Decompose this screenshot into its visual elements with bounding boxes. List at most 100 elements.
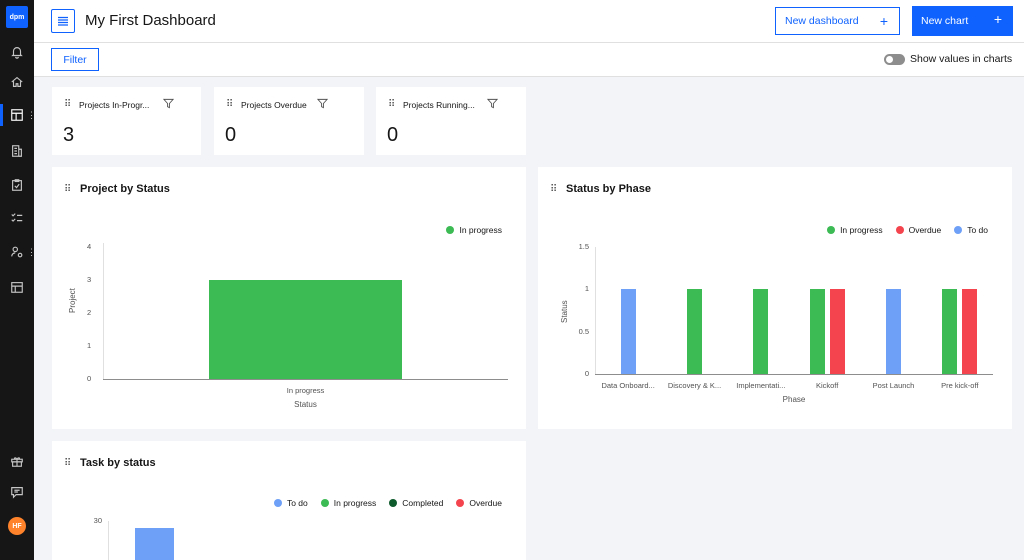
gift-icon[interactable] bbox=[9, 453, 25, 469]
checklist-icon[interactable] bbox=[9, 210, 25, 226]
avatar[interactable]: HF bbox=[8, 517, 26, 535]
bar bbox=[809, 289, 825, 374]
clipboard-icon[interactable] bbox=[9, 177, 25, 193]
bar bbox=[886, 289, 901, 374]
calendar-icon[interactable] bbox=[9, 279, 25, 295]
chart-legend: In progress bbox=[433, 225, 502, 235]
bar bbox=[829, 289, 845, 374]
drag-handle-icon[interactable]: ⠿ bbox=[388, 99, 395, 110]
y-tick-label: 1 bbox=[584, 284, 589, 294]
kpi-value: 0 bbox=[225, 124, 237, 146]
drag-handle-icon[interactable]: ⠿ bbox=[226, 99, 233, 110]
bar bbox=[620, 289, 636, 374]
legend-item-to-do[interactable]: To do bbox=[954, 225, 988, 235]
legend-item-overdue[interactable]: Overdue bbox=[895, 225, 942, 235]
y-tick-label: 0.5 bbox=[578, 326, 589, 336]
y-tick-label: 4 bbox=[87, 242, 92, 251]
legend-label: In progress bbox=[333, 498, 377, 508]
legend-item-to-do[interactable]: To do bbox=[273, 498, 308, 508]
x-tick-label: Pre kick-off bbox=[941, 381, 979, 390]
show-values-toggle[interactable] bbox=[884, 54, 905, 65]
x-tick-label: Data Onboard... bbox=[601, 381, 655, 390]
legend-dot bbox=[446, 226, 455, 234]
legend-dot bbox=[320, 499, 329, 507]
y-tick-label: 2 bbox=[87, 308, 92, 317]
y-tick-label: 3 bbox=[87, 275, 92, 284]
bar bbox=[753, 289, 769, 374]
legend-label: Overdue bbox=[908, 225, 942, 235]
x-tick-label: Implementati... bbox=[736, 381, 786, 390]
kpi-title: Projects Overdue bbox=[241, 100, 307, 110]
y-tick-label: 1 bbox=[87, 341, 92, 350]
chart-card-project-by-status[interactable]: ⠿ Project by Status In progress 0 1 2 3 4 Pro… bbox=[52, 167, 526, 429]
app-logo[interactable]: dpm bbox=[6, 6, 28, 28]
kpi-value: 3 bbox=[63, 124, 75, 146]
legend-dot bbox=[273, 499, 282, 507]
filter-button[interactable]: Filter bbox=[51, 48, 99, 71]
page-title: My First Dashboard bbox=[85, 12, 216, 29]
y-tick-label: 0 bbox=[87, 374, 92, 383]
legend-item-in-progress[interactable]: In progress bbox=[320, 498, 377, 508]
filter-icon[interactable] bbox=[163, 98, 174, 109]
y-axis-line bbox=[108, 521, 109, 560]
bar bbox=[209, 280, 402, 379]
y-axis-line bbox=[103, 243, 104, 379]
x-tick-label: Post Launch bbox=[872, 381, 915, 390]
x-axis-line bbox=[103, 379, 508, 380]
legend-item-in-progress[interactable]: In progress bbox=[446, 225, 502, 235]
kpi-card[interactable]: ⠿ Projects Running... 0 bbox=[376, 87, 526, 155]
x-tick-label: Discovery & K... bbox=[667, 381, 722, 390]
y-axis-title: Status bbox=[560, 299, 569, 323]
chart-card-status-by-phase[interactable]: ⠿ Status by Phase In progress Overdue To… bbox=[538, 167, 1012, 429]
dashboard-icon[interactable] bbox=[9, 107, 25, 123]
new-chart-label: New chart bbox=[921, 15, 969, 27]
kpi-card[interactable]: ⠿ Projects In-Progr... 3 bbox=[52, 87, 201, 155]
chart-title: Task by status bbox=[80, 457, 156, 469]
new-chart-button[interactable]: New chart + bbox=[912, 6, 1013, 36]
kpi-card[interactable]: ⠿ Projects Overdue 0 bbox=[214, 87, 364, 155]
drag-handle-icon[interactable]: ⠿ bbox=[64, 184, 71, 195]
show-values-label: Show values in charts bbox=[910, 53, 1013, 65]
legend-label: Overdue bbox=[469, 498, 502, 508]
kpi-value: 0 bbox=[387, 124, 399, 146]
x-tick-label: In progress bbox=[286, 386, 325, 395]
home-icon[interactable] bbox=[9, 74, 25, 90]
menu-button[interactable] bbox=[51, 9, 75, 33]
plus-icon: + bbox=[879, 13, 888, 29]
more-options-icon[interactable]: ⋮ bbox=[27, 247, 36, 257]
legend-item-completed[interactable]: Completed bbox=[389, 498, 443, 508]
drag-handle-icon[interactable]: ⠿ bbox=[550, 184, 557, 195]
chart-title: Project by Status bbox=[80, 183, 170, 195]
chat-icon[interactable] bbox=[9, 484, 25, 500]
legend-item-in-progress[interactable]: In progress bbox=[827, 225, 883, 235]
more-options-icon[interactable]: ⋮ bbox=[27, 110, 36, 120]
y-tick-label: 1.5 bbox=[578, 242, 589, 251]
building-icon[interactable] bbox=[9, 143, 25, 159]
legend-item-overdue[interactable]: Overdue bbox=[456, 498, 502, 508]
x-axis-title: Status bbox=[294, 400, 317, 409]
bar bbox=[687, 289, 702, 374]
bell-icon[interactable] bbox=[9, 44, 25, 60]
bar bbox=[942, 289, 958, 374]
y-tick-label: 30 bbox=[93, 516, 102, 525]
legend-label: In progress bbox=[840, 225, 883, 235]
drag-handle-icon[interactable]: ⠿ bbox=[64, 99, 71, 110]
chart-card-task-by-status[interactable]: ⠿ Task by status To do In progress Compl… bbox=[52, 441, 526, 560]
sidebar-active-indicator bbox=[0, 104, 3, 126]
legend-label: To do bbox=[286, 498, 308, 508]
legend-label: To do bbox=[967, 225, 988, 235]
x-axis-line bbox=[595, 374, 993, 375]
drag-handle-icon[interactable]: ⠿ bbox=[64, 458, 71, 469]
kpi-title: Projects In-Progr... bbox=[79, 100, 150, 110]
legend-label: In progress bbox=[459, 225, 502, 235]
user-settings-icon[interactable] bbox=[9, 244, 25, 260]
legend-label: Completed bbox=[402, 498, 444, 508]
filter-icon[interactable] bbox=[487, 98, 498, 109]
legend-dot bbox=[895, 226, 904, 234]
filter-icon[interactable] bbox=[317, 98, 328, 109]
new-dashboard-button[interactable]: New dashboard + bbox=[775, 7, 900, 35]
chart-title: Status by Phase bbox=[566, 183, 651, 195]
toolbar: Filter Show values in charts bbox=[34, 43, 1024, 77]
legend-dot bbox=[389, 499, 398, 507]
plus-icon: + bbox=[993, 11, 1002, 27]
